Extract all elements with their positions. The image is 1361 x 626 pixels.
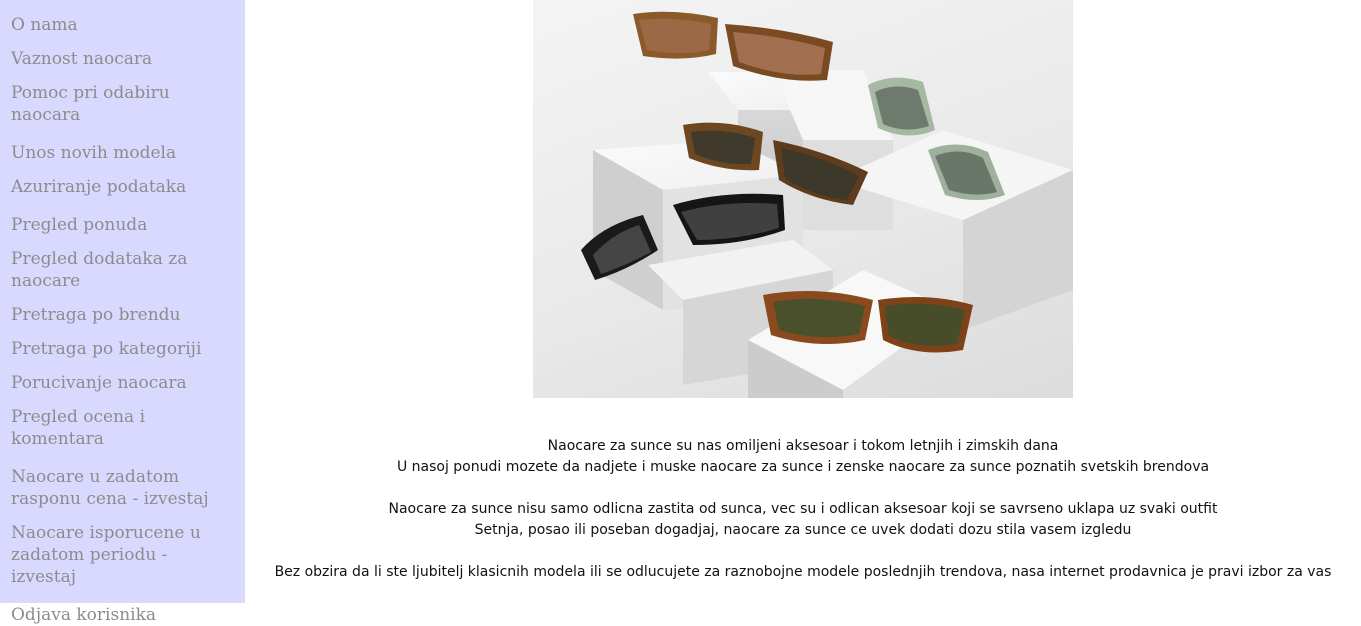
nav-link-pomoc-pri-odabiru[interactable]: Pomoc pri odabiru naocara [11,82,237,126]
sunglasses-image-illustration [581,11,1073,398]
intro-line: Naocare za sunce su nas omiljeni aksesoa… [547,438,1059,454]
intro-line: U nasoj ponudi mozete da nadjete i muske… [396,459,1210,475]
nav-link-pretraga-po-brendu[interactable]: Pretraga po brendu [11,304,237,326]
intro-paragraph-2: Naocare za sunce nisu samo odlicna zasti… [245,499,1361,541]
intro-paragraph-3: Bez obzira da li ste ljubitelj klasicnih… [245,562,1361,583]
intro-line: Naocare za sunce nisu samo odlicna zasti… [388,501,1218,517]
nav-link-pretraga-po-kategoriji[interactable]: Pretraga po kategoriji [11,338,237,360]
intro-text: Naocare za sunce su nas omiljeni aksesoa… [245,436,1361,604]
intro-line: Setnja, posao ili poseban dogadjaj, naoc… [474,522,1132,538]
tortoise-sunglasses-top [633,11,833,81]
nav-link-izvestaj-isporucene[interactable]: Naocare isporucene u zadatom periodu - i… [11,522,237,588]
hero-sunglasses-image [533,0,1073,398]
intro-paragraph-1: Naocare za sunce su nas omiljeni aksesoa… [245,436,1361,478]
nav-group-info: O nama Vaznost naocara Pomoc pri odabiru… [0,14,245,126]
intro-line: Bez obzira da li ste ljubitelj klasicnih… [274,564,1332,580]
nav-group-account: Odjava korisnika [0,604,245,626]
sidebar-nav: O nama Vaznost naocara Pomoc pri odabiru… [0,0,245,625]
nav-link-odjava-korisnika[interactable]: Odjava korisnika [11,604,237,626]
nav-link-izvestaj-raspon-cena[interactable]: Naocare u zadatom rasponu cena - izvesta… [11,466,237,510]
nav-link-azuriranje-podataka[interactable]: Azuriranje podataka [11,176,237,198]
nav-link-porucivanje-naocara[interactable]: Porucivanje naocara [11,372,237,394]
nav-group-shop: Pregled ponuda Pregled dodataka za naoca… [0,214,245,450]
nav-link-pregled-dodataka[interactable]: Pregled dodataka za naocare [11,248,237,292]
nav-link-unos-novih-modela[interactable]: Unos novih modela [11,142,237,164]
nav-link-pregled-ocena[interactable]: Pregled ocena i komentara [11,406,237,450]
nav-link-vaznost-naocara[interactable]: Vaznost naocara [11,48,237,70]
main-content: Naocare za sunce su nas omiljeni aksesoa… [245,0,1361,603]
nav-group-admin: Unos novih modela Azuriranje podataka [0,142,245,198]
nav-group-reports: Naocare u zadatom rasponu cena - izvesta… [0,466,245,588]
nav-link-pregled-ponuda[interactable]: Pregled ponuda [11,214,237,236]
nav-link-o-nama[interactable]: O nama [11,14,237,36]
